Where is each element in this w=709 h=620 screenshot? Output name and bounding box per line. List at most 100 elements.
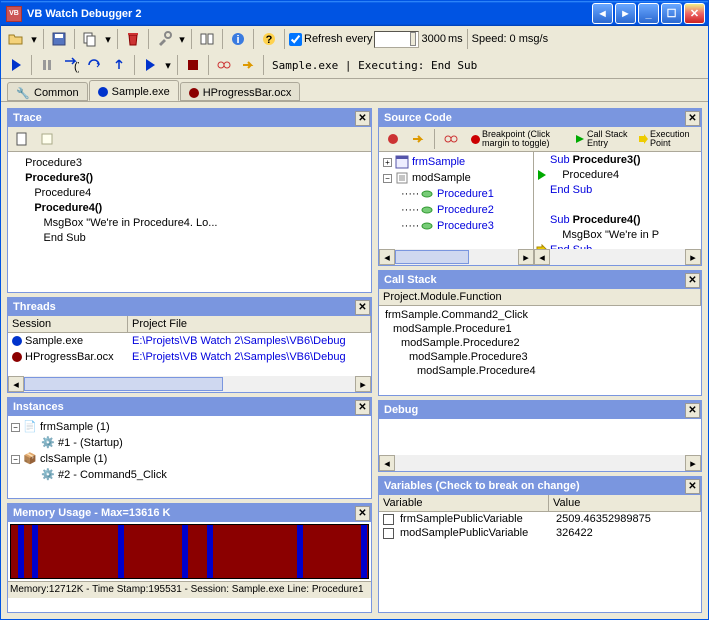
window-titlebar: VB VB Watch Debugger 2 ◄ ► _ ☐ ✕ — [1, 1, 708, 26]
watch-button[interactable] — [213, 54, 235, 76]
collapse-icon[interactable]: − — [11, 423, 20, 432]
refresh-slider-thumb[interactable] — [410, 32, 416, 46]
callstack-list[interactable]: frmSample.Command2_ClickmodSample.Proced… — [379, 306, 701, 380]
code-line[interactable]: MsgBox "We're in P — [534, 227, 701, 242]
copy-button[interactable] — [79, 28, 101, 50]
col-session[interactable]: Session — [8, 316, 128, 332]
source-tree-node[interactable]: +frmSample — [381, 154, 531, 170]
panel-close-button[interactable]: ✕ — [355, 400, 370, 415]
gutter[interactable] — [534, 244, 550, 250]
source-tree-node[interactable]: ·····Procedure2 — [381, 202, 531, 218]
node-label: Procedure1 — [437, 186, 494, 202]
panel-close-button[interactable]: ✕ — [355, 506, 370, 521]
panel-close-button[interactable]: ✕ — [685, 273, 700, 288]
step-out-button[interactable] — [108, 54, 130, 76]
srccode-hscroll[interactable]: ◂▸ — [534, 249, 701, 265]
panel-close-button[interactable]: ✕ — [685, 111, 700, 126]
debug-output[interactable] — [379, 419, 701, 455]
source-code-view[interactable]: Sub Procedure3() Procedure4End SubSub Pr… — [534, 152, 701, 249]
help-left-button[interactable]: ◄ — [592, 3, 613, 24]
variable-row[interactable]: modSamplePublicVariable326422 — [379, 526, 701, 540]
expand-icon[interactable]: − — [383, 174, 392, 183]
goto-button[interactable] — [237, 54, 259, 76]
step-into-button[interactable]: () — [60, 54, 82, 76]
run-button[interactable] — [5, 54, 27, 76]
panel-close-button[interactable]: ✕ — [685, 403, 700, 418]
info-button[interactable]: i — [227, 28, 249, 50]
copy-dropdown[interactable]: ▾ — [103, 28, 113, 50]
callstack-entry[interactable]: modSample.Procedure3 — [385, 350, 695, 364]
legend-execpoint: Execution Point — [650, 130, 698, 148]
srctree-hscroll[interactable]: ◂▸ — [379, 249, 534, 265]
step-over-button[interactable] — [84, 54, 106, 76]
trace-clear-button[interactable] — [36, 128, 58, 150]
memory-status: Memory:12712K - Time Stamp:195531 - Sess… — [8, 581, 371, 598]
instance-node[interactable]: ⚙️#2 - Command5_Click — [11, 467, 368, 483]
goto-exec-button[interactable] — [407, 128, 429, 150]
source-tree-node[interactable]: ·····Procedure1 — [381, 186, 531, 202]
instance-node[interactable]: −📦clsSample (1) — [11, 451, 368, 467]
refresh-label: Refresh every — [304, 33, 372, 45]
callstack-entry[interactable]: modSample.Procedure1 — [385, 322, 695, 336]
trace-new-button[interactable] — [11, 128, 33, 150]
callstack-entry[interactable]: modSample.Procedure4 — [385, 364, 695, 378]
code-line[interactable]: Sub Procedure3() — [534, 152, 701, 167]
open-button[interactable] — [5, 28, 27, 50]
callstack-entry[interactable]: modSample.Procedure2 — [385, 336, 695, 350]
thread-row[interactable]: Sample.exeE:\Projets\VB Watch 2\Samples\… — [8, 333, 371, 349]
class-icon: 📦 — [23, 452, 37, 466]
node-label: #1 - (Startup) — [58, 435, 123, 451]
code-line[interactable] — [534, 197, 701, 212]
maximize-button[interactable]: ☐ — [661, 3, 682, 24]
panel-close-button[interactable]: ✕ — [685, 479, 700, 494]
minimize-button[interactable]: _ — [638, 3, 659, 24]
gutter[interactable] — [534, 169, 550, 181]
debug-hscroll[interactable]: ◂▸ — [379, 455, 701, 471]
code-line[interactable]: End Sub — [534, 242, 701, 249]
panel-close-button[interactable]: ✕ — [355, 111, 370, 126]
panel-title: Memory Usage - Max=13616 K — [13, 507, 355, 519]
col-value[interactable]: Value — [549, 495, 701, 511]
col-variable[interactable]: Variable — [379, 495, 549, 511]
tools-dropdown[interactable]: ▾ — [177, 28, 187, 50]
trace-output[interactable]: Procedure3 Procedure3() Procedure4 Proce… — [8, 152, 371, 292]
pause-button[interactable] — [36, 54, 58, 76]
watch-add-button[interactable] — [440, 128, 462, 150]
help-right-button[interactable]: ► — [615, 3, 636, 24]
breakpoint-button[interactable] — [382, 128, 404, 150]
refresh-slider-track[interactable] — [374, 31, 419, 48]
code-line[interactable]: Procedure4 — [534, 167, 701, 182]
view-button[interactable] — [196, 28, 218, 50]
tab-common[interactable]: 🔧 Common — [7, 82, 88, 101]
tools-button[interactable] — [153, 28, 175, 50]
save-button[interactable] — [48, 28, 70, 50]
collapse-icon[interactable]: − — [11, 455, 20, 464]
instance-node[interactable]: ⚙️#1 - (Startup) — [11, 435, 368, 451]
refresh-checkbox[interactable] — [289, 33, 302, 46]
code-line[interactable]: Sub Procedure4() — [534, 212, 701, 227]
panel-close-button[interactable]: ✕ — [355, 300, 370, 315]
help-button[interactable]: ? — [258, 28, 280, 50]
source-tree[interactable]: +frmSample−modSample·····Procedure1·····… — [379, 152, 534, 249]
tab-sample-exe[interactable]: Sample.exe — [89, 80, 179, 101]
delete-button[interactable] — [122, 28, 144, 50]
instances-tree[interactable]: −📄frmSample (1)⚙️#1 - (Startup)−📦clsSamp… — [8, 416, 371, 498]
source-tree-node[interactable]: ·····Procedure3 — [381, 218, 531, 234]
expand-icon[interactable]: + — [383, 158, 392, 167]
break-checkbox[interactable] — [383, 514, 394, 525]
col-project[interactable]: Project File — [128, 316, 371, 332]
close-button[interactable]: ✕ — [684, 3, 705, 24]
run2-dropdown[interactable]: ▾ — [163, 54, 173, 76]
break-checkbox[interactable] — [383, 528, 394, 539]
instance-node[interactable]: −📄frmSample (1) — [11, 419, 368, 435]
open-dropdown[interactable]: ▾ — [29, 28, 39, 50]
tab-hprogressbar[interactable]: HProgressBar.ocx — [180, 82, 301, 101]
code-line[interactable]: End Sub — [534, 182, 701, 197]
callstack-entry[interactable]: frmSample.Command2_Click — [385, 308, 695, 322]
source-tree-node[interactable]: −modSample — [381, 170, 531, 186]
run2-button[interactable] — [139, 54, 161, 76]
threads-hscroll[interactable]: ◂▸ — [8, 376, 371, 392]
stop-button[interactable] — [182, 54, 204, 76]
variable-row[interactable]: frmSamplePublicVariable2509.46352989875 — [379, 512, 701, 526]
thread-row[interactable]: HProgressBar.ocxE:\Projets\VB Watch 2\Sa… — [8, 349, 371, 365]
